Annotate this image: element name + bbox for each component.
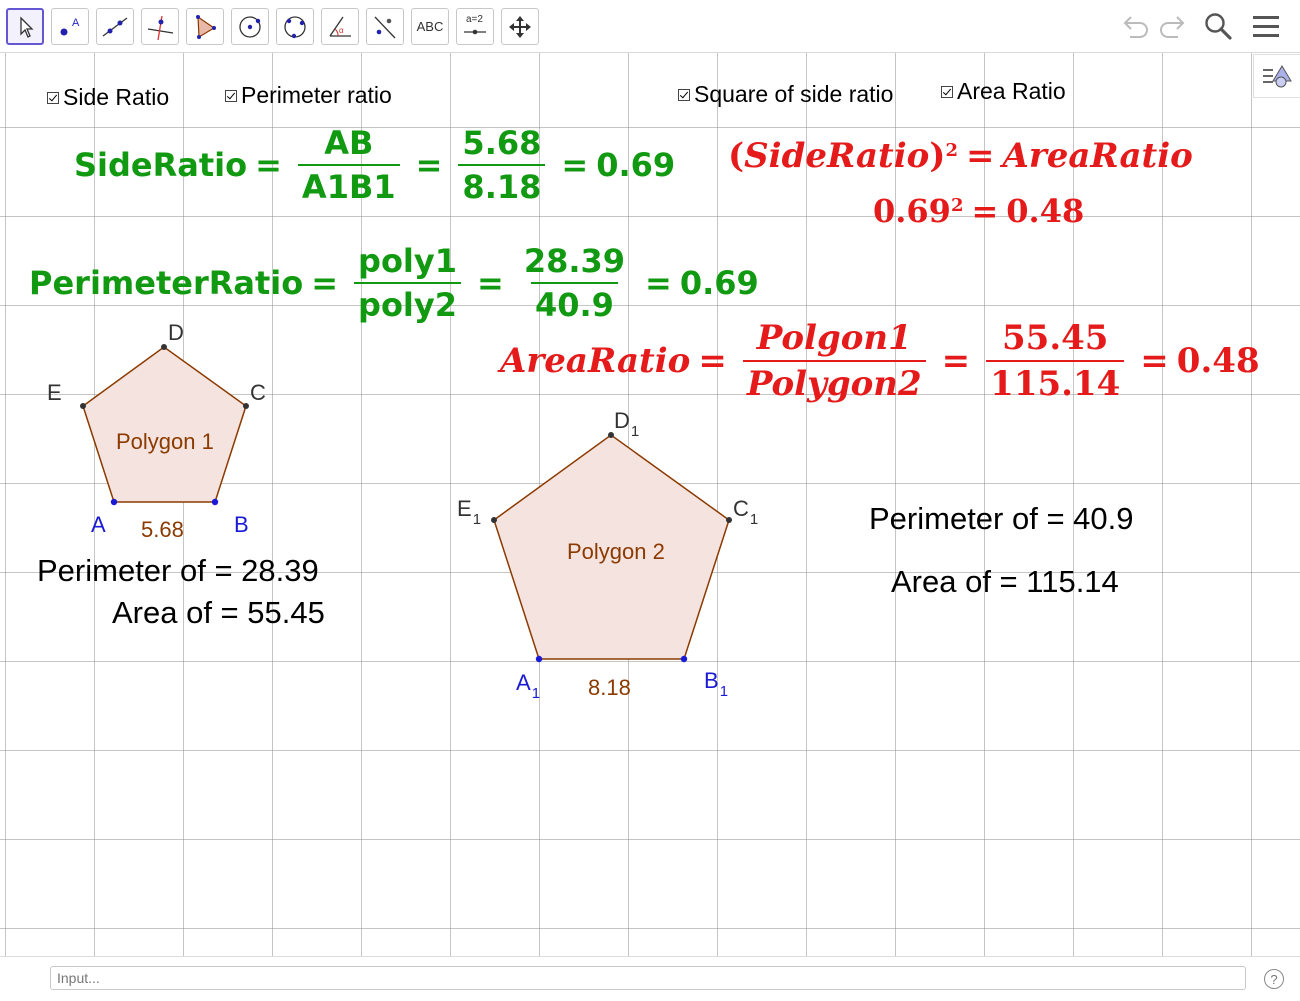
point-a-label: A bbox=[91, 512, 106, 537]
point-d1-label: D1 bbox=[614, 408, 640, 440]
point-c1[interactable] bbox=[726, 517, 732, 523]
point-b-label: B bbox=[234, 512, 249, 537]
input-bar: ? bbox=[0, 956, 1300, 1001]
point-e[interactable] bbox=[80, 403, 86, 409]
help-icon: ? bbox=[1270, 971, 1278, 987]
point-c[interactable] bbox=[243, 403, 249, 409]
point-c-label: C bbox=[250, 380, 266, 405]
segment-a1b1-length: 8.18 bbox=[588, 675, 631, 700]
point-a1[interactable] bbox=[535, 655, 543, 663]
point-a[interactable] bbox=[110, 498, 118, 506]
polygon-2-area-text: Area of = 115.14 bbox=[891, 564, 1119, 599]
point-d-label: D bbox=[168, 320, 184, 345]
polygon-1-shape[interactable] bbox=[82, 346, 247, 503]
point-b1-label: B1 bbox=[704, 668, 729, 700]
point-d[interactable] bbox=[161, 344, 167, 350]
point-e1[interactable] bbox=[491, 517, 497, 523]
point-b1[interactable] bbox=[680, 655, 688, 663]
point-b[interactable] bbox=[211, 498, 219, 506]
polygon-1-perimeter-text: Perimeter of = 28.39 bbox=[37, 553, 319, 588]
point-e1-label: E1 bbox=[457, 496, 482, 528]
geometry-drawing bbox=[80, 344, 732, 663]
polygon-2-label: Polygon 2 bbox=[567, 539, 665, 564]
point-a1-label: A1 bbox=[516, 670, 541, 702]
point-c1-label: C1 bbox=[733, 496, 759, 528]
algebra-input-field[interactable] bbox=[50, 966, 1246, 990]
polygon-1-label: Polygon 1 bbox=[116, 429, 214, 454]
segment-ab-length: 5.68 bbox=[141, 517, 184, 542]
point-e-label: E bbox=[47, 380, 62, 405]
polygon-2-perimeter-text: Perimeter of = 40.9 bbox=[869, 501, 1134, 536]
polygon-1-area-text: Area of = 55.45 bbox=[112, 595, 325, 630]
help-button[interactable]: ? bbox=[1264, 969, 1284, 989]
